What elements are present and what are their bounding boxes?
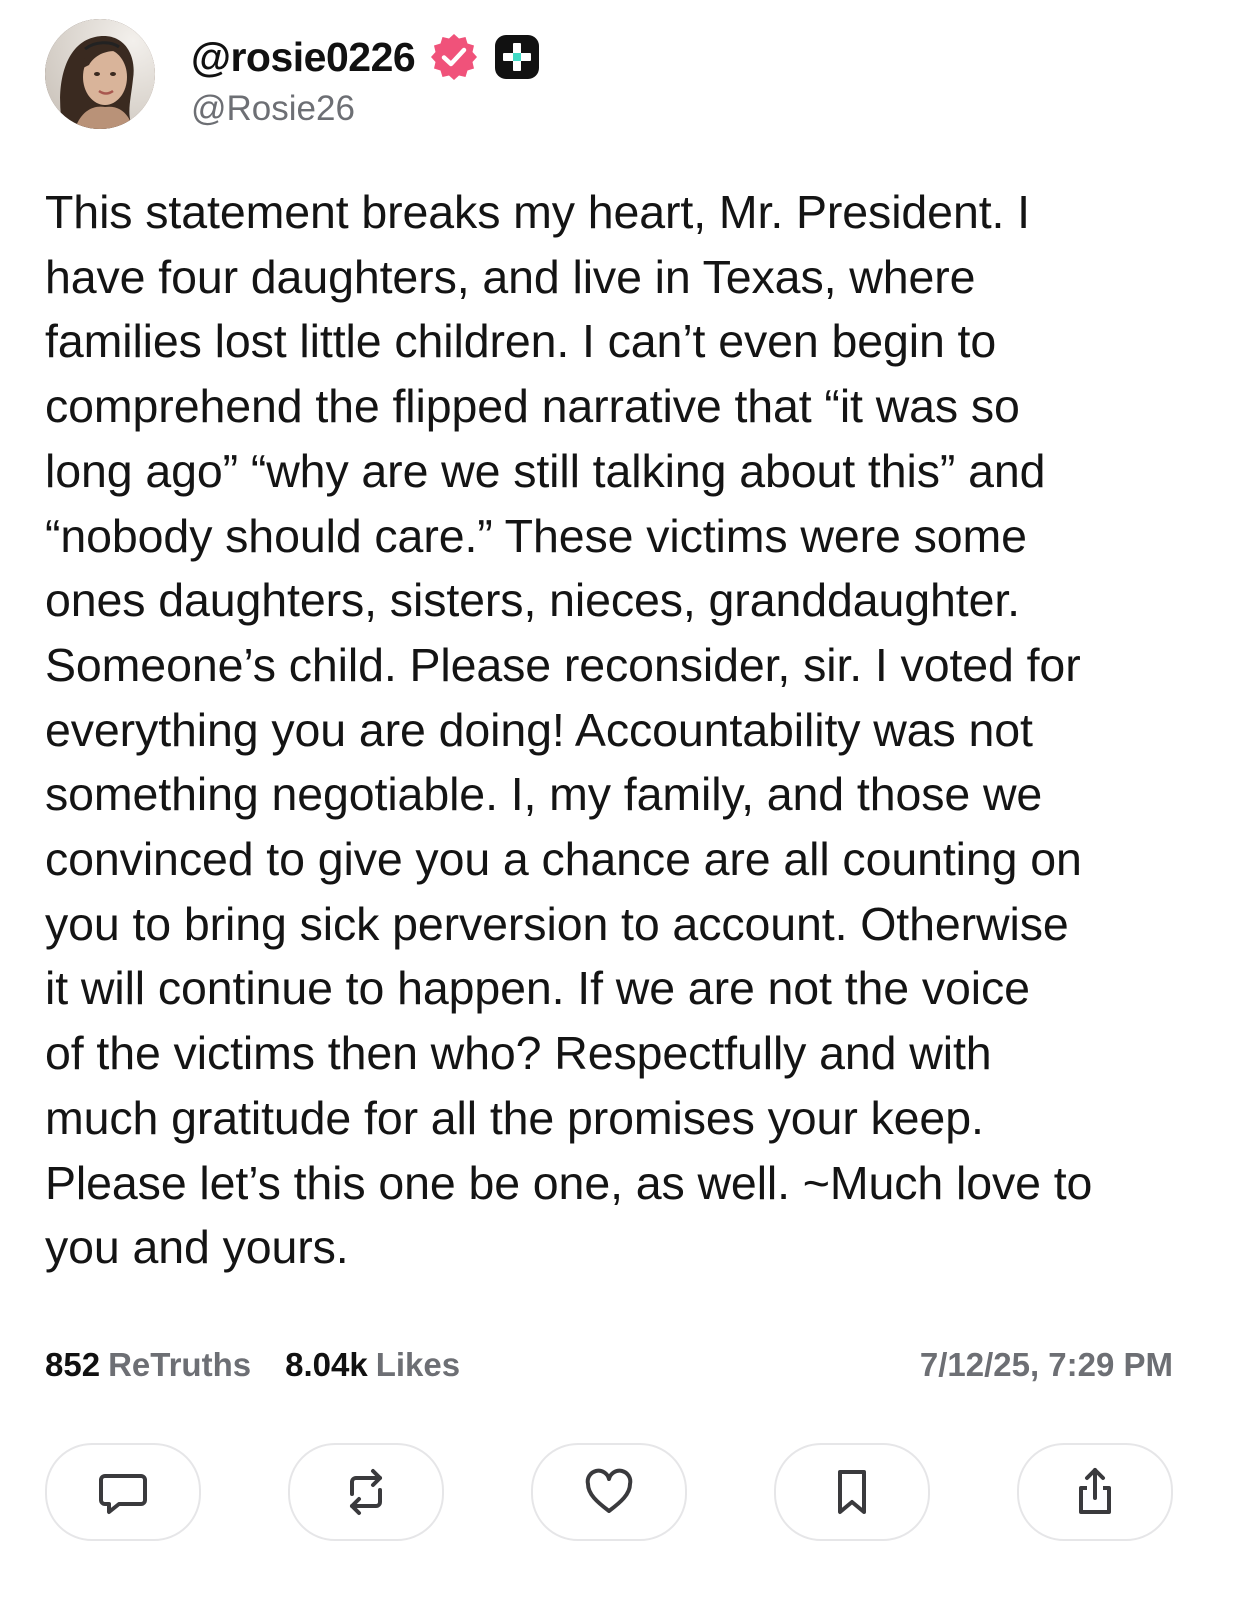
post-text-line: you and yours. <box>45 1221 349 1274</box>
post-text-line: everything you are doing! Accountability… <box>45 703 1033 756</box>
author-handle[interactable]: @Rosie26 <box>191 89 541 129</box>
post-text-line: of the victims then who? Respectfully an… <box>45 1027 992 1080</box>
post-text-line: comprehend the flipped narrative that “i… <box>45 380 1020 433</box>
post-body: This statement breaks my heart, Mr. Pres… <box>45 180 1205 1280</box>
post-text-line: Please let’s this one be one, as well. ~… <box>45 1156 1093 1209</box>
post-text-line: much gratitude for all the promises your… <box>45 1091 984 1144</box>
retruth-button[interactable] <box>288 1443 444 1541</box>
display-name-row: @rosie0226 <box>191 29 541 85</box>
post-text-line: long ago” “why are we still talking abou… <box>45 444 1046 497</box>
post-text-line: This statement breaks my heart, Mr. Pres… <box>45 186 1030 238</box>
post-text-line: convinced to give you a chance are all c… <box>45 833 1082 886</box>
post-card: @rosie0226 @Rosie26 This statement break… <box>0 0 1243 1600</box>
author-names: @rosie0226 @Rosie26 <box>191 19 541 129</box>
bookmark-button[interactable] <box>774 1443 930 1541</box>
avatar[interactable] <box>45 19 155 129</box>
post-text-line: it will continue to happen. If we are no… <box>45 962 1030 1015</box>
share-icon <box>1079 1468 1111 1514</box>
repost-icon <box>350 1469 382 1515</box>
retruths-stat[interactable]: 852 ReTruths <box>45 1346 251 1384</box>
likes-stat[interactable]: 8.04k Likes <box>285 1346 460 1384</box>
likes-label: Likes <box>375 1346 461 1383</box>
retruths-count: 852 <box>45 1346 101 1383</box>
heart-icon <box>585 1468 633 1513</box>
post-text-line: you to bring sick perversion to account.… <box>45 897 1069 950</box>
post-actions <box>45 1443 1173 1541</box>
like-button[interactable] <box>531 1443 687 1541</box>
retruths-label: ReTruths <box>108 1346 252 1383</box>
plus-badge-icon <box>493 33 541 81</box>
post-header: @rosie0226 @Rosie26 <box>45 19 541 129</box>
comment-icon <box>99 1474 147 1514</box>
bookmark-icon <box>838 1470 866 1514</box>
post-text-line: “nobody should care.” These victims were… <box>45 509 1027 562</box>
post-text-line: ones daughters, sisters, nieces, grandda… <box>45 574 1021 627</box>
post-text-line: have four daughters, and live in Texas, … <box>45 250 976 303</box>
post-timestamp: 7/12/25, 7:29 PM <box>919 1346 1173 1383</box>
display-name[interactable]: @rosie0226 <box>191 34 416 81</box>
user-photo-avatar-icon <box>45 19 155 129</box>
post-text-line: Someone’s child. Please reconsider, sir.… <box>45 638 1081 691</box>
likes-count: 8.04k <box>285 1346 368 1383</box>
share-button[interactable] <box>1017 1443 1173 1541</box>
post-stats: 852 ReTruths 8.04k Likes 7/12/25, 7:29 P… <box>45 1340 1173 1390</box>
reply-button[interactable] <box>45 1443 201 1541</box>
verified-badge-icon <box>429 32 479 82</box>
post-text-line: families lost little children. I can’t e… <box>45 315 997 368</box>
post-text-line: something negotiable. I, my family, and … <box>45 768 1043 821</box>
